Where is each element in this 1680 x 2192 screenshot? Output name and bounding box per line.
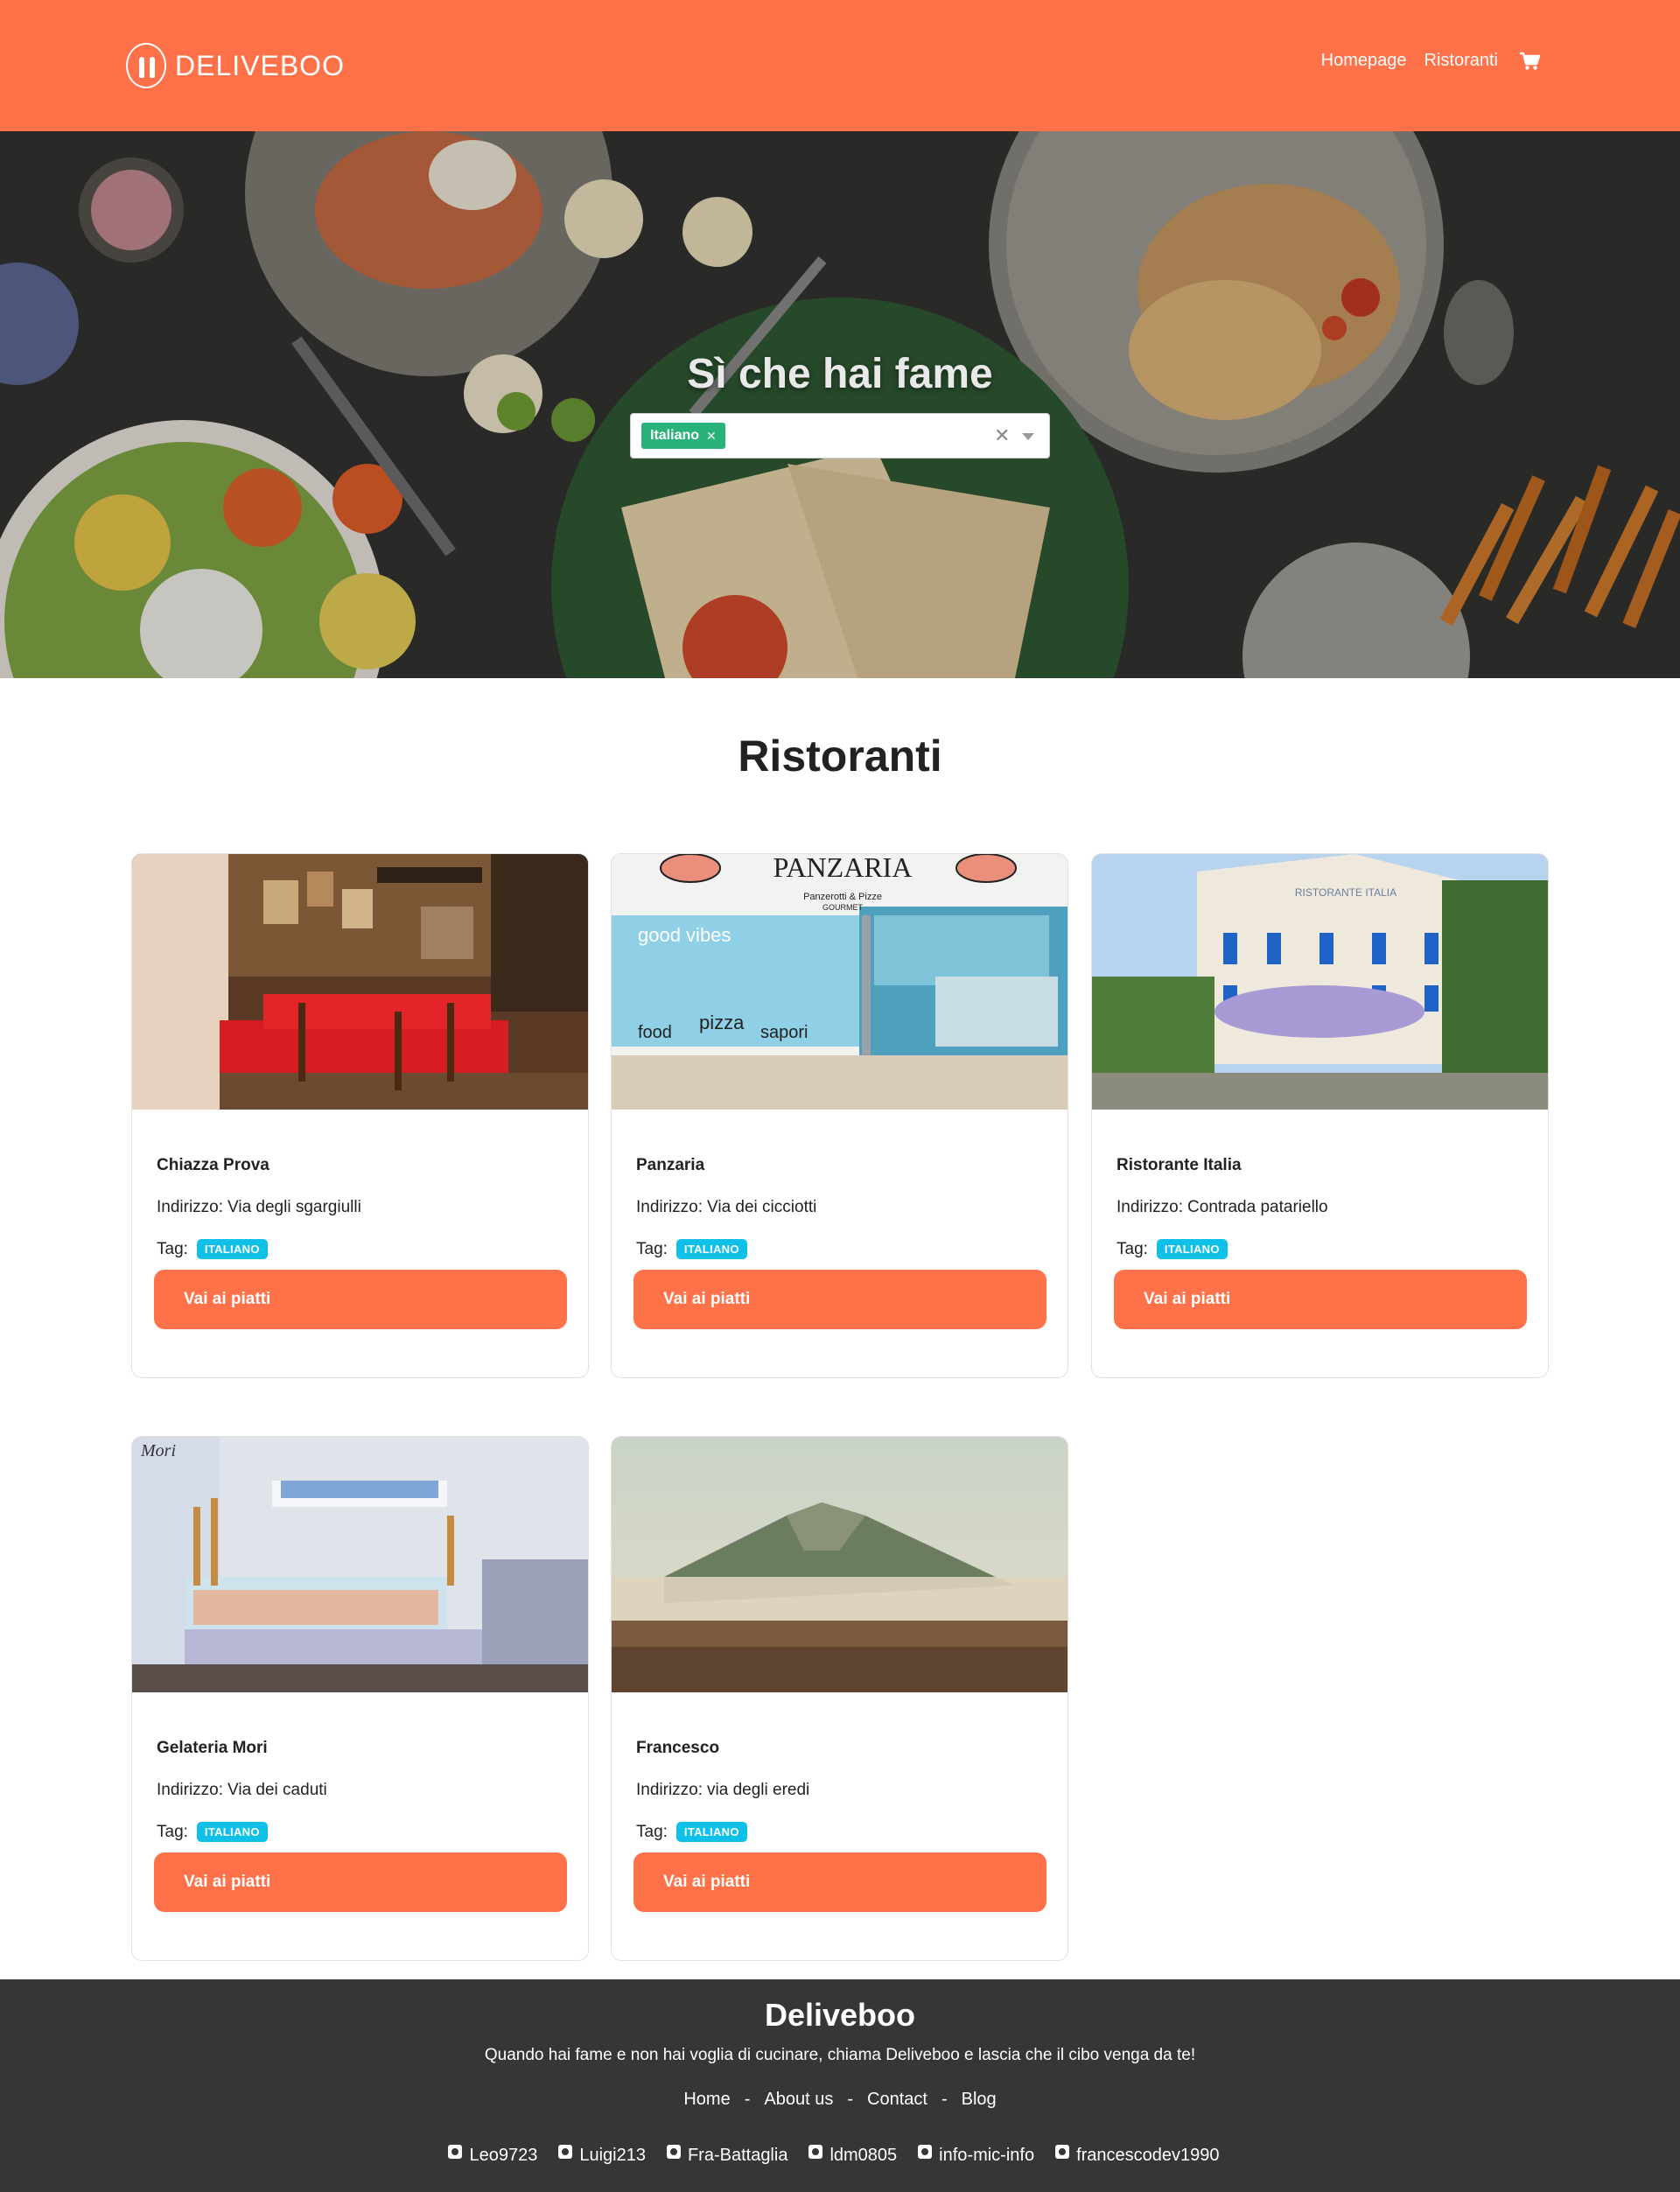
- restaurant-card: RISTORANTE ITALIA Ristorante Italia Indi…: [1091, 853, 1549, 1378]
- svg-text:PANZARIA: PANZARIA: [774, 854, 913, 883]
- github-icon: [558, 2144, 573, 2159]
- restaurant-image: [612, 1437, 1068, 1692]
- restaurant-image: PANZARIA Panzerotti & Pizze GOURMET good…: [612, 854, 1068, 1110]
- tag-label: Tag:: [157, 1822, 188, 1841]
- svg-text:sapori: sapori: [760, 1023, 808, 1042]
- chevron-down-icon[interactable]: [1022, 433, 1034, 440]
- tag-label: Tag:: [636, 1239, 668, 1258]
- restaurant-image: RISTORANTE ITALIA: [1092, 854, 1548, 1110]
- footer-link-home[interactable]: Home: [683, 2090, 730, 2110]
- footer-separator: -: [941, 2090, 948, 2109]
- site-footer: Deliveboo Quando hai fame e non hai vogl…: [0, 1979, 1680, 2192]
- restaurant-tags: Tag: ITALIANO: [157, 1239, 268, 1259]
- svg-text:RISTORANTE ITALIA: RISTORANTE ITALIA: [1295, 886, 1396, 899]
- svg-text:GOURMET: GOURMET: [822, 903, 864, 912]
- view-dishes-button[interactable]: Vai ai piatti: [634, 1852, 1046, 1912]
- github-icon: [918, 2144, 933, 2159]
- tag-badge: ITALIANO: [676, 1822, 747, 1842]
- view-dishes-button[interactable]: Vai ai piatti: [1114, 1270, 1527, 1329]
- footer-description: Quando hai fame e non hai voglia di cuci…: [484, 2046, 1196, 2064]
- restaurant-card: Francesco Indirizzo: via degli eredi Tag:…: [611, 1436, 1068, 1961]
- chip-label: Italiano: [650, 428, 700, 443]
- footer-title: Deliveboo: [764, 1997, 916, 2033]
- clear-icon[interactable]: ✕: [994, 424, 1010, 447]
- github-icon: [448, 2144, 463, 2159]
- tag-label: Tag:: [1116, 1239, 1148, 1258]
- footer-link-contact[interactable]: Contact: [867, 2090, 928, 2110]
- cuisine-select[interactable]: Italiano ✕ ✕: [630, 413, 1050, 459]
- section-title: Ristoranti: [738, 732, 942, 781]
- svg-text:good vibes: good vibes: [638, 924, 731, 946]
- hero-title: Sì che hai fame: [687, 351, 993, 397]
- footer-separator: -: [744, 2090, 751, 2109]
- restaurant-name: Francesco: [636, 1739, 720, 1757]
- svg-text:Mori: Mori: [140, 1441, 176, 1460]
- github-user-link[interactable]: ldm0805: [808, 2144, 897, 2166]
- view-dishes-button[interactable]: Vai ai piatti: [634, 1270, 1046, 1329]
- main-nav: Homepage Ristoranti: [1321, 51, 1541, 71]
- restaurant-address: Indirizzo: Via dei cicciotti: [636, 1198, 817, 1216]
- logo-text: DELIVEBOO: [175, 49, 345, 81]
- tag-badge: ITALIANO: [196, 1239, 268, 1259]
- footer-github-users: Leo9723 Luigi213 Fra-Battaglia ldm0805 i…: [0, 2144, 1680, 2166]
- restaurant-address: Indirizzo: Contrada patariello: [1116, 1198, 1328, 1216]
- utensils-logo-icon: [126, 43, 166, 88]
- tag-label: Tag:: [636, 1822, 668, 1841]
- github-user-link[interactable]: Luigi213: [558, 2144, 646, 2166]
- cart-icon[interactable]: [1519, 52, 1541, 71]
- view-dishes-button[interactable]: Vai ai piatti: [154, 1852, 567, 1912]
- restaurant-card: Mori Gelateria Mori Indirizzo: Via dei ca…: [131, 1436, 589, 1961]
- github-user-link[interactable]: francescodev1990: [1055, 2144, 1220, 2166]
- svg-text:pizza: pizza: [699, 1012, 745, 1033]
- tag-badge: ITALIANO: [1156, 1239, 1228, 1259]
- restaurant-address: Indirizzo: via degli eredi: [636, 1781, 810, 1799]
- site-header: DELIVEBOO Homepage Ristoranti: [0, 0, 1680, 131]
- restaurant-tags: Tag: ITALIANO: [636, 1822, 747, 1842]
- svg-text:Panzerotti & Pizze: Panzerotti & Pizze: [803, 892, 882, 902]
- restaurant-image: [132, 854, 588, 1110]
- restaurant-address: Indirizzo: Via degli sgargiulli: [157, 1198, 361, 1216]
- chip-remove-icon[interactable]: ✕: [706, 429, 717, 444]
- restaurant-tags: Tag: ITALIANO: [157, 1822, 268, 1842]
- logo[interactable]: DELIVEBOO: [126, 42, 345, 89]
- github-icon: [808, 2144, 823, 2159]
- restaurant-address: Indirizzo: Via dei caduti: [157, 1781, 327, 1799]
- tag-badge: ITALIANO: [676, 1239, 747, 1259]
- hero-banner: Sì che hai fame Italiano ✕ ✕: [0, 131, 1680, 678]
- footer-links: Home - About us - Contact - Blog: [0, 2090, 1680, 2110]
- github-user-link[interactable]: Fra-Battaglia: [666, 2144, 788, 2166]
- tag-badge: ITALIANO: [196, 1822, 268, 1842]
- restaurant-tags: Tag: ITALIANO: [636, 1239, 747, 1259]
- restaurant-image: Mori: [132, 1437, 588, 1692]
- github-icon: [1055, 2144, 1070, 2159]
- nav-homepage-link[interactable]: Homepage: [1321, 51, 1407, 71]
- restaurant-name: Ristorante Italia: [1116, 1156, 1242, 1174]
- restaurant-card: Chiazza Prova Indirizzo: Via degli sgargi…: [131, 853, 589, 1378]
- svg-text:food: food: [638, 1023, 672, 1042]
- restaurant-name: Panzaria: [636, 1156, 705, 1174]
- restaurant-tags: Tag: ITALIANO: [1116, 1239, 1228, 1259]
- nav-ristoranti-link[interactable]: Ristoranti: [1424, 51, 1498, 71]
- food-background-image: [0, 131, 1680, 678]
- github-user-link[interactable]: Leo9723: [448, 2144, 537, 2166]
- restaurant-card: PANZARIA Panzerotti & Pizze GOURMET good…: [611, 853, 1068, 1378]
- footer-link-about[interactable]: About us: [764, 2090, 833, 2110]
- github-icon: [666, 2144, 681, 2159]
- restaurant-name: Chiazza Prova: [157, 1156, 270, 1174]
- view-dishes-button[interactable]: Vai ai piatti: [154, 1270, 567, 1329]
- restaurant-name: Gelateria Mori: [157, 1739, 268, 1757]
- github-user-link[interactable]: info-mic-info: [918, 2144, 1034, 2166]
- footer-separator: -: [847, 2090, 853, 2109]
- tag-label: Tag:: [157, 1239, 188, 1258]
- footer-link-blog[interactable]: Blog: [962, 2090, 997, 2110]
- selected-chip[interactable]: Italiano ✕: [641, 423, 725, 449]
